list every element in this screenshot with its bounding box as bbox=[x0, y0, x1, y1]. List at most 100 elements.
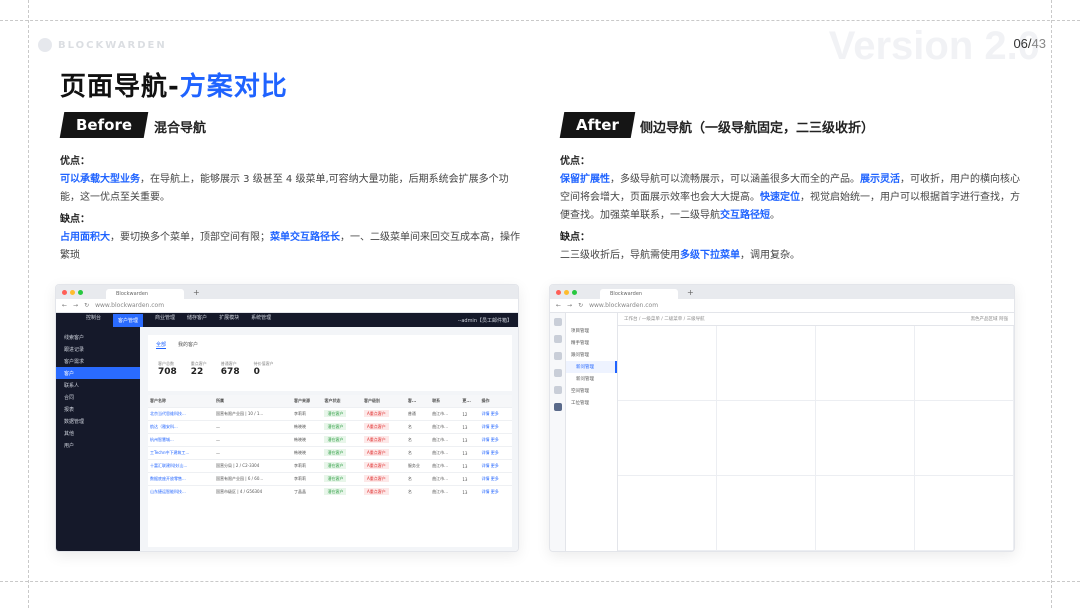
page-number: 06/43 bbox=[1013, 36, 1046, 51]
table-cell: 曲江市... bbox=[430, 407, 461, 421]
stat-value: 678 bbox=[220, 367, 240, 377]
column-header: 更... bbox=[460, 395, 480, 408]
column-header: 所属 bbox=[213, 395, 292, 408]
cell-text: A重点客户 bbox=[364, 423, 389, 430]
table-row: 杭州智慧城... — 韩晓晓 潜在客户 A重点客户 名 曲江市... 13 详情 更多 bbox=[148, 433, 512, 447]
table-row: 数据底座开放零售... 国营有限产业园 | 6 / 60... 李莉莉 潜在客户 A重点… bbox=[148, 472, 512, 486]
cell-text: 李莉莉 bbox=[294, 476, 306, 481]
table-cell: 北京当代思维科技... bbox=[148, 407, 214, 421]
sub-tab: 全部 bbox=[156, 342, 167, 349]
table-cell: A重点客户 bbox=[362, 472, 406, 486]
table-cell: 名 bbox=[405, 446, 431, 460]
table-cell: 潜在客户 bbox=[322, 407, 363, 421]
guide-line-right bbox=[1051, 0, 1052, 608]
table-cell: 详情 更多 bbox=[479, 407, 512, 421]
column-header: 操作 bbox=[479, 395, 512, 408]
before-side-nav: 线索客户 跟进记录 客户需求 客户 联系人 合同 报表 数据管理 其他 用户 bbox=[56, 327, 140, 551]
after-description: 优点： 保留扩展性，多级导航可以流畅展示，可以涵盖很多大而全的产品。展示灵活，可… bbox=[560, 153, 1022, 265]
cell-text: 丁晶晶 bbox=[294, 489, 306, 494]
cell-text: 详情 更多 bbox=[481, 437, 499, 442]
cell-text: 韩晓晓 bbox=[294, 424, 306, 429]
table-row: 十富汇联建科技(山... 国营分局 | 2 / C2-3304 李莉莉 潜在客户 A重点… bbox=[148, 459, 512, 473]
table-cell: A重点客户 bbox=[362, 407, 406, 421]
forward-icon: → bbox=[73, 302, 79, 309]
cell-text: 国营有限产业园 | 10 / 1... bbox=[215, 411, 264, 416]
rail-icon bbox=[553, 352, 562, 360]
cell-text: 名 bbox=[407, 489, 412, 494]
version-watermark: Version 2.0 bbox=[828, 24, 1040, 68]
column-header: 客户名称 bbox=[148, 395, 214, 408]
table-cell: 国营有限产业园 | 10 / 1... bbox=[213, 407, 292, 421]
before-pros-text: 可以承载大型业务，在导航上，能够展示 3 级甚至 4 级菜单,可容纳大量功能，后… bbox=[60, 174, 509, 203]
cell-text: 曲江市... bbox=[432, 463, 449, 468]
cell-text: 详情 更多 bbox=[481, 450, 499, 455]
table-cell: 李莉莉 bbox=[292, 407, 323, 421]
cell-text: 详情 更多 bbox=[481, 489, 499, 494]
after-cons-label: 缺点： bbox=[560, 232, 590, 243]
side-menu-item: 客户 bbox=[56, 367, 140, 379]
back-icon: ← bbox=[556, 302, 562, 309]
nav-item: 新问管理 bbox=[566, 361, 617, 373]
table-cell: A重点客户 bbox=[362, 485, 406, 498]
cell-text: 潜在客户 bbox=[324, 449, 347, 456]
table-cell: 国营有限产业园 | 6 / 60... bbox=[213, 472, 292, 486]
before-cons-label: 缺点： bbox=[60, 214, 90, 225]
after-top-bar: 工作台 / 一级菜单 / 二级菜单 / 三级导航 黑色产品区域 阿强 bbox=[618, 313, 1014, 326]
table-cell: 13 bbox=[460, 459, 480, 473]
user-name: 阿强 bbox=[999, 317, 1008, 322]
table-cell: 韩晓晓 bbox=[292, 446, 323, 460]
table-cell: 曲江市... bbox=[430, 485, 461, 498]
cell-text: — bbox=[215, 437, 220, 443]
cell-text: 详情 更多 bbox=[481, 424, 499, 429]
side-menu-item: 报表 bbox=[64, 406, 75, 413]
after-screenshot: Blockwarden + ← → ↻ www.blockwarden.com … bbox=[549, 284, 1015, 552]
cell-text: 十富汇联建科技(山... bbox=[150, 463, 188, 468]
sub-tab: 我的客户 bbox=[178, 342, 199, 348]
rail-icon bbox=[553, 335, 562, 343]
stat-value: 0 bbox=[253, 367, 260, 377]
cell-text: 服务业 bbox=[407, 463, 420, 468]
after-icon-rail bbox=[550, 313, 566, 551]
cell-text: 曲江市... bbox=[432, 411, 449, 416]
table-cell: 名 bbox=[405, 472, 431, 486]
url-text: www.blockwarden.com bbox=[95, 302, 165, 309]
page-title-main: 页面导航- bbox=[60, 72, 180, 102]
top-right-user: --admin【员工邮件箱】 bbox=[457, 317, 512, 324]
nav-item: 空间管理 bbox=[571, 389, 589, 394]
side-menu-item: 联系人 bbox=[64, 382, 80, 389]
cell-text: 潜在客户 bbox=[324, 423, 347, 430]
guide-line-top bbox=[0, 20, 1080, 21]
table-cell: — bbox=[213, 433, 292, 447]
table-cell: 潜在客户 bbox=[322, 459, 363, 473]
table-cell: A重点客户 bbox=[362, 420, 406, 434]
cell-text: 李莉莉 bbox=[294, 463, 306, 468]
reload-icon: ↻ bbox=[578, 302, 584, 309]
table-cell: 普通 bbox=[405, 407, 431, 421]
cell-text: A重点客户 bbox=[364, 488, 389, 495]
before-description: 优点： 可以承载大型业务，在导航上，能够展示 3 级甚至 4 级菜单,可容纳大量… bbox=[60, 153, 522, 265]
table-row: 工Techn中下建筑工... — 韩晓晓 潜在客户 A重点客户 名 曲江市... 13 详情 更… bbox=[148, 446, 512, 460]
table-row: 北京当代思维科技... 国营有限产业园 | 10 / 1... 李莉莉 潜在客户 A重点… bbox=[148, 407, 512, 421]
new-tab-icon: + bbox=[687, 287, 694, 297]
after-subtitle: 侧边导航（一级导航固定，二三级收折） bbox=[640, 121, 875, 136]
before-pros-label: 优点： bbox=[60, 156, 90, 167]
cell-text: 13 bbox=[462, 424, 468, 430]
rail-icon bbox=[553, 318, 562, 326]
cell-text: A重点客户 bbox=[364, 449, 389, 456]
cell-text: 山东捷运智能科技... bbox=[150, 489, 186, 494]
cell-text: 韩晓晓 bbox=[294, 437, 306, 442]
cell-text: 13 bbox=[462, 437, 468, 443]
new-tab-icon: + bbox=[193, 287, 200, 297]
table-cell: 详情 更多 bbox=[479, 472, 512, 486]
top-right-area: 黑色产品区域 阿强 bbox=[970, 317, 1008, 322]
table-cell: 13 bbox=[460, 433, 480, 447]
url-text: www.blockwarden.com bbox=[589, 302, 659, 309]
cell-text: 国营分局 | 2 / C2-3304 bbox=[215, 463, 260, 468]
customer-table-card: 客户名称 所属 客户来源 客户状态 客户级别 客... 联系 更... 操作 北京当代思维科技.… bbox=[148, 395, 512, 547]
cell-text: 工Techn中下建筑工... bbox=[150, 450, 190, 455]
cell-text: — bbox=[215, 450, 220, 456]
cell-text: 12 bbox=[462, 411, 468, 417]
guide-line-left bbox=[28, 0, 29, 608]
cell-text: 13 bbox=[462, 463, 468, 469]
table-cell: 杭州智慧城... bbox=[148, 433, 214, 447]
